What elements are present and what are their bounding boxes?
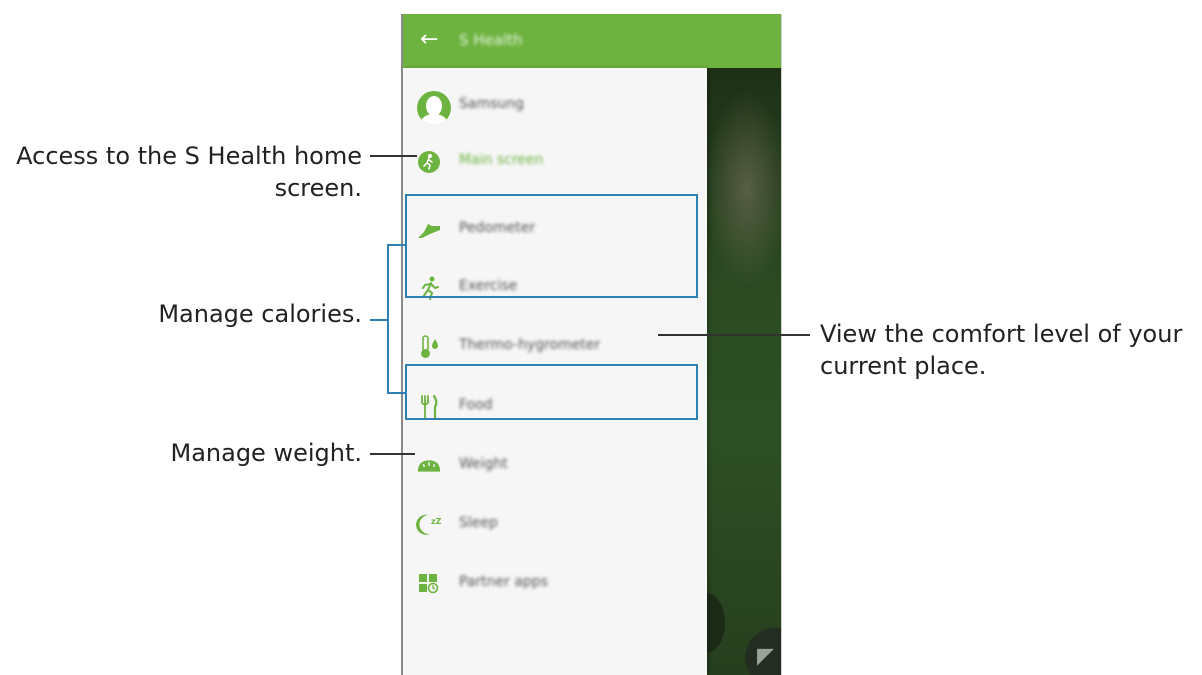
callout-calories: Manage calories. [158, 300, 362, 328]
thermometer-icon [416, 334, 442, 360]
menu-item-sleep[interactable]: zZ Sleep [403, 504, 707, 544]
leader-line-main-screen [370, 155, 417, 157]
apps-grid-icon [416, 571, 442, 597]
callout-box-food [405, 364, 698, 420]
menu-item-main-screen[interactable]: Main screen [403, 141, 707, 181]
svg-text:zZ: zZ [431, 517, 442, 526]
menu-item-partner-apps[interactable]: Partner apps [403, 563, 707, 603]
callout-comfort-line1: View the comfort level of your [820, 320, 1183, 348]
background-photo: ◤ [687, 68, 781, 675]
scale-icon: ◤ [757, 644, 774, 669]
callout-main-line2: screen. [274, 174, 362, 202]
menu-item-thermo-hygrometer[interactable]: Thermo-hygrometer [403, 326, 707, 366]
app-title: S Health [459, 31, 523, 49]
leader-line-calories [370, 319, 387, 321]
menu-label-thermo-hygrometer: Thermo-hygrometer [459, 337, 601, 353]
calories-bracket [387, 244, 405, 394]
callout-main-line1: Access to the S Health home [16, 142, 362, 170]
menu-label-sleep: Sleep [459, 515, 498, 531]
back-arrow-icon[interactable]: ← [420, 28, 438, 52]
runner-circle-icon [416, 149, 442, 175]
leader-line-comfort [658, 334, 810, 336]
callout-comfort-line2: current place. [820, 352, 987, 380]
profile-item[interactable]: Samsung [403, 78, 707, 125]
callout-weight: Manage weight. [170, 439, 362, 467]
callout-comfort: View the comfort level of your current p… [820, 318, 1200, 382]
menu-label-weight: Weight [459, 456, 508, 472]
app-bar: ← S Health [403, 14, 781, 68]
menu-label-main-screen: Main screen [459, 152, 544, 168]
menu-item-weight[interactable]: Weight [403, 445, 707, 485]
menu-label-partner-apps: Partner apps [459, 574, 548, 590]
callout-main-screen: Access to the S Health home screen. [8, 140, 362, 204]
moon-icon: zZ [416, 512, 442, 538]
callout-box-pedometer-exercise [405, 194, 698, 298]
profile-name: Samsung [459, 96, 525, 112]
bg-tile-weight: ◤ [745, 628, 781, 675]
phone-screen: ◤ ← S Health Samsung Main screen Pedomet… [401, 14, 782, 675]
avatar-icon [417, 91, 451, 125]
leader-line-weight [370, 453, 415, 455]
scale-icon [416, 453, 442, 479]
